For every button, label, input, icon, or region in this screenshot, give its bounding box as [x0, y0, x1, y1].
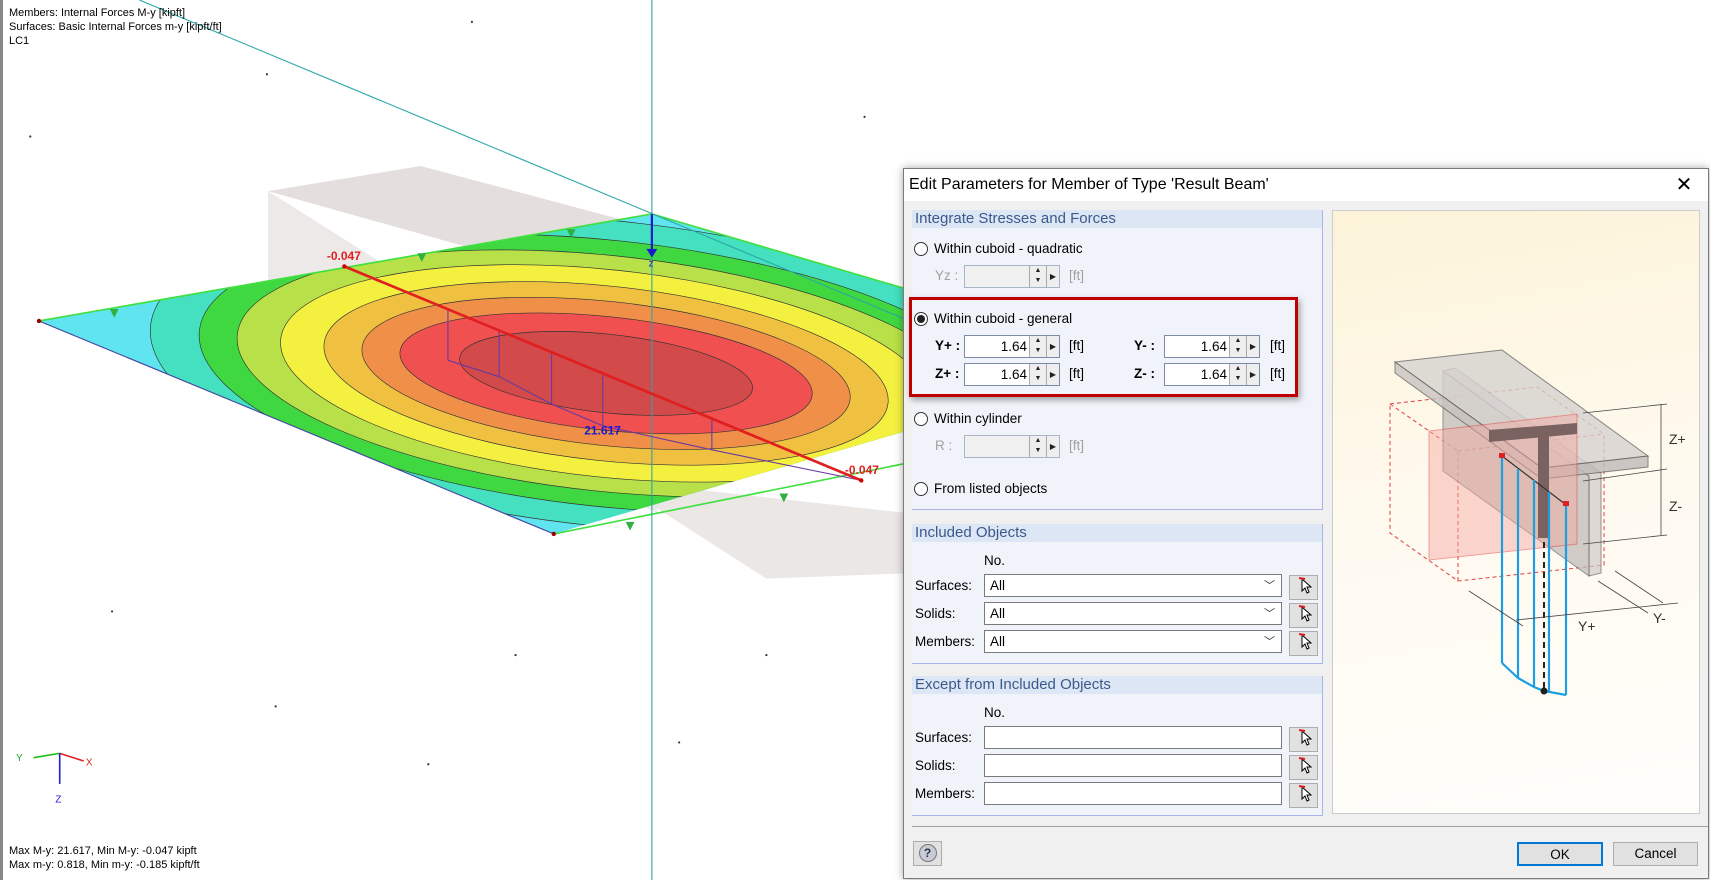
summary-surfaces: Max m-y: 0.818, Min m-y: -0.185 kipft/ft [9, 859, 200, 871]
footer-separator [912, 826, 1708, 827]
except-members-input[interactable] [984, 782, 1282, 805]
radio-cuboid-general[interactable] [914, 312, 928, 326]
integrate-group-header: Integrate Stresses and Forces [912, 210, 1322, 228]
yz-label: Yz : [935, 268, 959, 283]
cancel-button[interactable]: Cancel [1613, 842, 1698, 866]
pick-members-button[interactable] [1289, 631, 1318, 656]
radio-cuboid-quadratic-label: Within cuboid - quadratic [934, 241, 1083, 256]
r-label: R : [935, 438, 953, 453]
pick-surfaces-button[interactable] [1289, 575, 1318, 600]
chevron-down-icon: ﹀ [1264, 580, 1275, 592]
help-button[interactable]: ? [913, 841, 942, 866]
radio-cylinder[interactable] [914, 412, 928, 426]
pick-except-surfaces-button[interactable] [1289, 727, 1318, 752]
included-objects-header: Included Objects [912, 524, 1322, 542]
summary-members: Max M-y: 21.617, Min M-y: -0.047 kipft [9, 845, 197, 857]
result-info-surfaces: Surfaces: Basic Internal Forces m-y [kip… [9, 21, 222, 33]
except-surfaces-label: Surfaces: [915, 730, 973, 745]
dialog-title: Edit Parameters for Member of Type 'Resu… [909, 176, 1269, 193]
radio-listed-objects[interactable] [914, 482, 928, 496]
result-label-max: 21.617 [584, 424, 621, 438]
yminus-unit: [ft] [1270, 338, 1286, 353]
zplus-unit: [ft] [1069, 366, 1085, 381]
included-solids-label: Solids: [915, 606, 956, 621]
yz-input[interactable]: ▲ ▼ ▶ [964, 265, 1060, 288]
spin-up-down-icon: ▲ ▼ [1029, 266, 1046, 287]
svg-text:Z: Z [55, 794, 61, 805]
pick-cursor-icon [1298, 633, 1312, 650]
close-icon[interactable]: ✕ [1666, 171, 1702, 199]
ok-button[interactable]: OK [1517, 842, 1603, 866]
yplus-unit: [ft] [1069, 338, 1085, 353]
pick-cursor-icon [1298, 605, 1312, 622]
arrow-right-icon: ▶ [1046, 436, 1059, 457]
chevron-down-icon: ﹀ [1264, 608, 1275, 620]
cuboid-illustration: Z+ Z- Y+ Y- [1389, 349, 1686, 697]
dialog-titlebar[interactable]: Edit Parameters for Member of Type 'Resu… [904, 169, 1708, 201]
arrow-right-icon: ▶ [1246, 336, 1259, 357]
included-solids-select[interactable]: All ﹀ [984, 602, 1282, 625]
yz-unit: [ft] [1069, 268, 1085, 283]
zminus-unit: [ft] [1270, 366, 1286, 381]
help-icon: ? [918, 844, 937, 862]
radio-cylinder-label: Within cylinder [934, 411, 1022, 426]
pick-cursor-icon [1298, 729, 1312, 746]
yplus-dim-label: Y+ [1578, 618, 1596, 634]
r-unit: [ft] [1069, 438, 1085, 453]
arrow-right-icon: ▶ [1046, 364, 1059, 385]
yminus-input[interactable]: 1.64 ▲ ▼ ▶ [1164, 335, 1260, 358]
load-case-label: LC1 [9, 35, 30, 47]
pick-solids-button[interactable] [1289, 603, 1318, 628]
r-input[interactable]: ▲ ▼ ▶ [964, 435, 1060, 458]
arrow-right-icon: ▶ [1046, 266, 1059, 287]
yminus-dim-label: Y- [1653, 610, 1666, 626]
zplus-input[interactable]: 1.64 ▲ ▼ ▶ [964, 363, 1060, 386]
pick-except-solids-button[interactable] [1289, 755, 1318, 780]
included-surfaces-label: Surfaces: [915, 578, 973, 593]
yplus-label: Y+ : [935, 338, 961, 353]
arrow-right-icon: ▶ [1046, 336, 1059, 357]
pick-cursor-icon [1298, 757, 1312, 774]
except-members-label: Members: [915, 786, 976, 801]
axes-gizmo: Y X Z [16, 752, 93, 805]
spin-up-down-icon: ▲ ▼ [1029, 364, 1046, 385]
spin-up-down-icon: ▲ ▼ [1229, 364, 1246, 385]
included-members-select[interactable]: All ﹀ [984, 630, 1282, 653]
spin-up-down-icon: ▲ ▼ [1229, 336, 1246, 357]
svg-text:X: X [86, 757, 93, 768]
zminus-label: Z- : [1134, 366, 1155, 381]
except-solids-input[interactable] [984, 754, 1282, 777]
included-no-header: No. [984, 553, 1006, 568]
svg-text:Y: Y [16, 753, 23, 764]
radio-listed-objects-label: From listed objects [934, 481, 1048, 496]
result-label-start: -0.047 [327, 249, 361, 263]
zplus-label: Z+ : [935, 366, 960, 381]
except-objects-header: Except from Included Objects [912, 676, 1322, 694]
arrow-right-icon: ▶ [1246, 364, 1259, 385]
zminus-dim-label: Z- [1669, 498, 1683, 514]
illustration-panel: Z+ Z- Y+ Y- [1332, 210, 1700, 814]
radio-cuboid-quadratic[interactable] [914, 242, 928, 256]
yminus-label: Y- : [1134, 338, 1156, 353]
radio-cuboid-general-label: Within cuboid - general [934, 311, 1073, 326]
yplus-input[interactable]: 1.64 ▲ ▼ ▶ [964, 335, 1060, 358]
except-no-header: No. [984, 705, 1006, 720]
pick-except-members-button[interactable] [1289, 783, 1318, 808]
chevron-down-icon: ﹀ [1264, 636, 1275, 648]
zminus-input[interactable]: 1.64 ▲ ▼ ▶ [1164, 363, 1260, 386]
zplus-dim-label: Z+ [1669, 431, 1686, 447]
included-surfaces-select[interactable]: All ﹀ [984, 574, 1282, 597]
result-label-end: -0.047 [845, 463, 879, 477]
pick-cursor-icon [1298, 785, 1312, 802]
spin-up-down-icon: ▲ ▼ [1029, 336, 1046, 357]
except-solids-label: Solids: [915, 758, 956, 773]
except-surfaces-input[interactable] [984, 726, 1282, 749]
result-info-members: Members: Internal Forces M-y [kipft] [9, 7, 186, 19]
spin-up-down-icon: ▲ ▼ [1029, 436, 1046, 457]
pick-cursor-icon [1298, 577, 1312, 594]
included-members-label: Members: [915, 634, 976, 649]
local-z-label: z [649, 258, 654, 269]
